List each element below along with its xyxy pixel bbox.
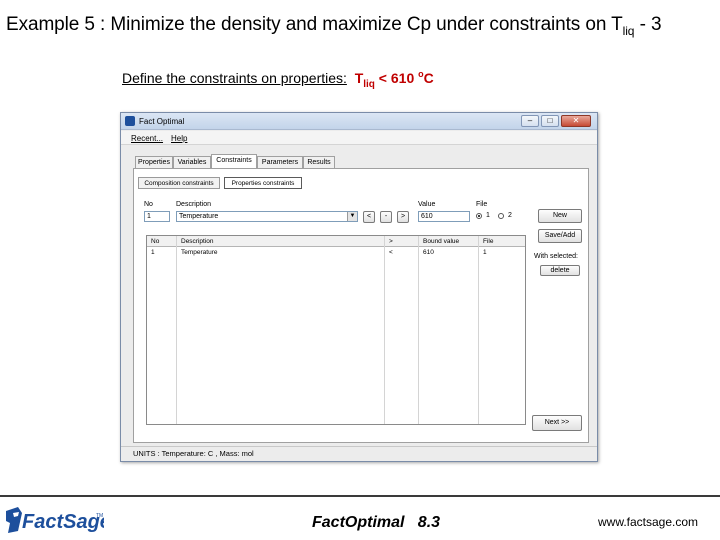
tab-results[interactable]: Results bbox=[303, 156, 335, 168]
table-column-description bbox=[177, 236, 385, 424]
file-radio-2[interactable] bbox=[498, 213, 504, 219]
table-column-bound bbox=[419, 236, 479, 424]
fact-optimal-window: Fact Optimal – □ ✕ Recent... Help Proper… bbox=[120, 112, 598, 462]
less-than-button[interactable]: < bbox=[363, 211, 375, 223]
description-value: Temperature bbox=[179, 213, 219, 220]
slide-title-tail: - 3 bbox=[634, 14, 662, 35]
no-field[interactable]: 1 bbox=[144, 211, 170, 222]
slide-subtitle: Define the constraints on properties: Tl… bbox=[122, 69, 434, 90]
footer-divider bbox=[0, 495, 720, 497]
window-title: Fact Optimal bbox=[139, 117, 185, 126]
factsage-logo: FactSage TM bbox=[4, 505, 111, 535]
subtitle-prefix: Define the constraints on properties: bbox=[122, 70, 347, 86]
subtitle-unit: C bbox=[423, 70, 434, 86]
app-icon bbox=[125, 116, 135, 126]
greater-than-button[interactable]: > bbox=[397, 211, 409, 223]
subtitle-constraint: Tliq < 610 oC bbox=[354, 69, 434, 90]
factsage-logo-icon: FactSage TM bbox=[6, 507, 111, 533]
tab-properties[interactable]: Properties bbox=[135, 156, 173, 168]
no-label: No bbox=[144, 201, 153, 208]
table-row-1-description[interactable]: Temperature bbox=[181, 249, 218, 256]
description-label: Description bbox=[176, 201, 212, 208]
subtitle-value: < 610 bbox=[374, 70, 419, 86]
table-row-1-operator[interactable]: < bbox=[389, 249, 393, 256]
subtab-properties-constraints[interactable]: Properties constraints bbox=[224, 177, 302, 189]
next-button[interactable]: Next >> bbox=[532, 415, 582, 431]
menubar: Recent... Help bbox=[121, 131, 597, 145]
constraints-table: No Description > Bound value File 1 Temp… bbox=[146, 235, 526, 425]
slide-title-main: Example 5 : Minimize the density and max… bbox=[6, 14, 623, 35]
subtitle-t: T bbox=[354, 70, 364, 86]
save-add-button[interactable]: Save/Add bbox=[538, 229, 582, 243]
minimize-button[interactable]: – bbox=[521, 115, 539, 127]
value-label: Value bbox=[418, 201, 436, 208]
table-header-description: Description bbox=[181, 238, 214, 245]
constraints-panel: Composition constraints Properties const… bbox=[133, 168, 589, 443]
table-row-1-bound[interactable]: 610 bbox=[423, 249, 434, 256]
table-header-no: No bbox=[151, 238, 160, 245]
menu-recent[interactable]: Recent... bbox=[131, 134, 163, 143]
maximize-button[interactable]: □ bbox=[541, 115, 559, 127]
table-row-1-file[interactable]: 1 bbox=[483, 249, 487, 256]
with-selected-label: With selected: bbox=[534, 253, 578, 260]
tab-constraints[interactable]: Constraints bbox=[211, 154, 257, 168]
close-button[interactable]: ✕ bbox=[561, 115, 591, 127]
file-radio-1-label: 1 bbox=[486, 212, 490, 219]
description-select[interactable]: Temperature ▼ bbox=[176, 211, 358, 222]
footer-url[interactable]: www.factsage.com bbox=[598, 515, 698, 529]
delete-button[interactable]: delete bbox=[540, 265, 580, 276]
table-header-operator: > bbox=[389, 238, 393, 245]
tab-parameters[interactable]: Parameters bbox=[257, 156, 303, 168]
minus-button[interactable]: - bbox=[380, 211, 392, 223]
slide-title: Example 5 : Minimize the density and max… bbox=[6, 14, 662, 38]
table-column-no bbox=[147, 236, 177, 424]
window-titlebar[interactable]: Fact Optimal – □ ✕ bbox=[121, 113, 597, 130]
subtitle-subscript: liq bbox=[363, 79, 375, 90]
chevron-down-icon[interactable]: ▼ bbox=[347, 212, 357, 221]
table-row-1-no[interactable]: 1 bbox=[151, 249, 155, 256]
menu-help[interactable]: Help bbox=[171, 134, 187, 143]
table-column-file bbox=[479, 236, 525, 424]
logo-trademark: TM bbox=[96, 513, 103, 519]
logo-text: FactSage bbox=[22, 511, 104, 533]
slide-title-subscript: liq bbox=[622, 24, 635, 38]
status-bar: UNITS : Temperature: C , Mass: mol bbox=[121, 446, 597, 461]
subtab-composition-constraints[interactable]: Composition constraints bbox=[138, 177, 220, 189]
file-radio-1[interactable] bbox=[476, 213, 482, 219]
file-label: File bbox=[476, 201, 488, 208]
file-radio-2-label: 2 bbox=[508, 212, 512, 219]
table-column-operator bbox=[385, 236, 419, 424]
table-header-bound: Bound value bbox=[423, 238, 460, 245]
value-field[interactable]: 610 bbox=[418, 211, 470, 222]
subtitle-degree: o bbox=[418, 69, 424, 79]
new-button[interactable]: New bbox=[538, 209, 582, 223]
table-header-file: File bbox=[483, 238, 494, 245]
footer-product: FactOptimal 8.3 bbox=[312, 514, 441, 531]
tab-variables[interactable]: Variables bbox=[173, 156, 211, 168]
